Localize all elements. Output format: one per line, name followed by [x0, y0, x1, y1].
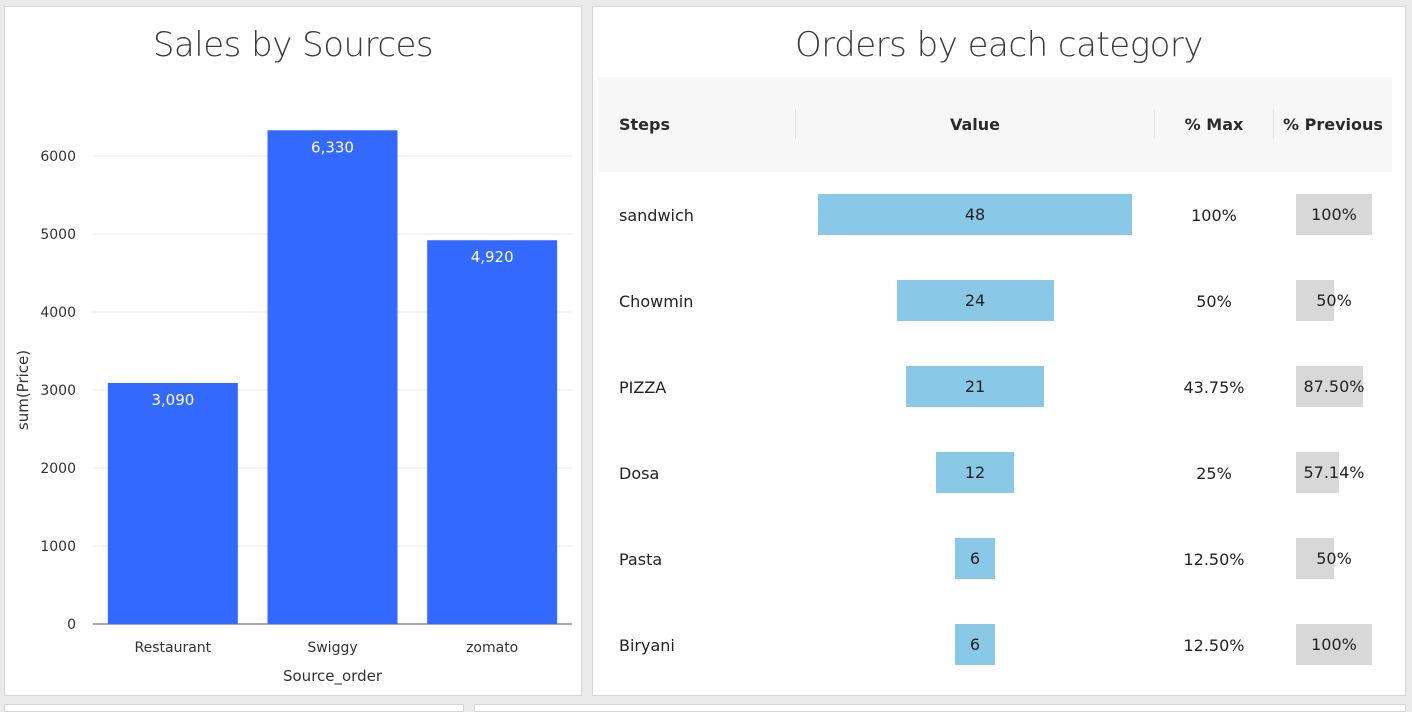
header-pct-max[interactable]: % Max [1155, 77, 1273, 172]
pct-previous-value: 100% [1311, 205, 1357, 224]
pct-previous-value: 50% [1316, 291, 1352, 310]
pct-max-value: 50% [1196, 291, 1232, 311]
sales-by-sources-panel: Sales by Sources 0 1000 2000 3000 4000 5000 60… [4, 6, 582, 696]
pct-max-value: 25% [1196, 463, 1232, 483]
y-tick-label: 6000 [40, 149, 76, 165]
pct-max-value: 43.75% [1183, 377, 1245, 397]
pct-previous-value: 57.14% [1303, 463, 1365, 482]
bottom-panel-right [474, 704, 1406, 712]
y-tick-label: 2000 [40, 461, 76, 477]
pct-max-value: 12.50% [1183, 549, 1245, 569]
bottom-panel-left [4, 704, 464, 712]
bar-zomato [427, 240, 558, 625]
pct-max-value: 12.50% [1183, 635, 1245, 655]
header-value[interactable]: Value [796, 77, 1154, 172]
value-bar: 21 [906, 366, 1044, 407]
y-tick-label: 3000 [40, 383, 76, 399]
x-tick-label: zomato [466, 640, 518, 656]
step-label: sandwich [619, 205, 694, 225]
step-label: Pasta [619, 549, 663, 569]
step-label: Dosa [619, 463, 660, 483]
pct-previous-cell: 100% [1296, 194, 1372, 235]
pct-previous-value: 50% [1316, 549, 1352, 568]
bar-restaurant [107, 382, 238, 624]
table-row[interactable]: sandwich 48 100% 100% [598, 172, 1392, 258]
pct-previous-cell: 50% [1296, 280, 1372, 321]
value-bar: 12 [935, 452, 1015, 493]
table-row[interactable]: PIZZA 21 43.75% 87.50% [598, 344, 1392, 430]
pct-previous-cell: 50% [1296, 538, 1372, 579]
y-tick-label: 4000 [40, 305, 76, 321]
y-tick-label: 1000 [40, 539, 76, 555]
pct-previous-value: 100% [1311, 635, 1357, 654]
table-row[interactable]: Dosa 12 25% 57.14% [598, 430, 1392, 516]
pct-previous-cell: 57.14% [1296, 452, 1372, 493]
header-pct-previous[interactable]: % Previous [1274, 77, 1392, 172]
bar-data-label: 3,090 [151, 391, 194, 409]
pct-previous-cell: 87.50% [1296, 366, 1372, 407]
y-tick-label: 5000 [40, 227, 76, 243]
bar-data-label: 4,920 [471, 248, 514, 266]
pct-max-value: 100% [1191, 205, 1237, 225]
x-axis-title: Source_order [283, 667, 383, 686]
sales-bar-chart: 0 1000 2000 3000 4000 5000 6000 3,090 Restaurant… [14, 130, 572, 686]
y-tick-label: 0 [67, 617, 76, 633]
table-header: Steps Value % Max % Previous [598, 77, 1392, 172]
step-label: PIZZA [619, 377, 667, 397]
value-bar: 6 [955, 538, 995, 579]
value-bar: 6 [955, 624, 995, 665]
value-bar: 48 [818, 194, 1132, 235]
step-label: Chowmin [619, 291, 694, 311]
header-steps[interactable]: Steps [619, 77, 789, 172]
value-bar: 24 [896, 280, 1054, 321]
bar-swiggy [267, 130, 398, 624]
pct-previous-cell: 100% [1296, 624, 1372, 665]
step-label: Biryani [619, 635, 675, 655]
table-row[interactable]: Pasta 6 12.50% 50% [598, 516, 1392, 602]
x-tick-label: Restaurant [135, 640, 212, 656]
x-tick-label: Swiggy [307, 640, 357, 656]
pct-previous-value: 87.50% [1303, 377, 1365, 396]
table-row[interactable]: Biryani 6 12.50% 100% [598, 602, 1392, 688]
table-title: Orders by each category [794, 25, 1204, 65]
orders-by-category-panel: Orders by each category Steps Value % Ma… [592, 6, 1406, 696]
y-axis-title: sum(Price) [14, 350, 32, 430]
bar-data-label: 6,330 [311, 138, 354, 156]
table-row[interactable]: Chowmin 24 50% 50% [598, 258, 1392, 344]
